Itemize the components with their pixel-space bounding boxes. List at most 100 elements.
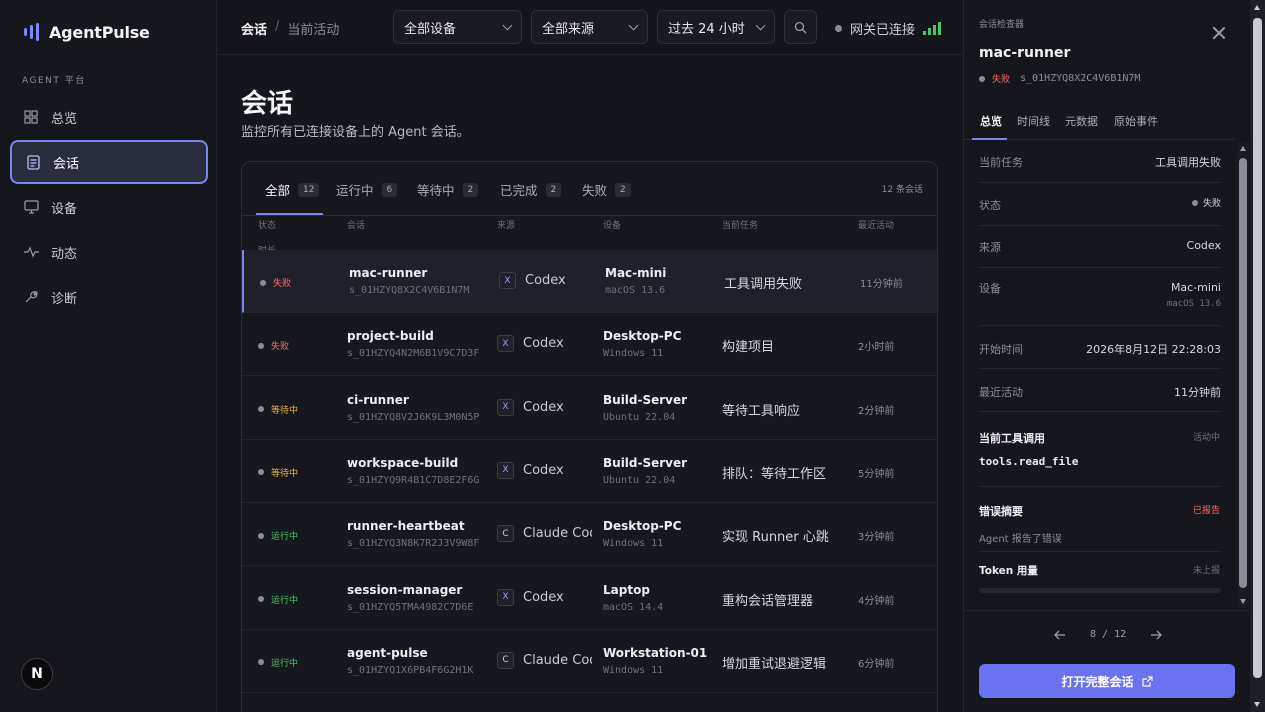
field-start-time: 开始时间 2026年8月12日 22:28:03 (979, 326, 1221, 369)
scroll-down-icon[interactable] (1254, 702, 1260, 707)
tab-all[interactable]: 全部 12 (265, 180, 320, 199)
scroll-up-icon[interactable] (1240, 146, 1246, 151)
arrow-left-icon[interactable] (1054, 630, 1066, 640)
column-header[interactable]: 最近活动 (858, 218, 894, 231)
session-name: mac-runner (349, 266, 428, 280)
grid-icon (23, 109, 39, 125)
breadcrumb: 会话 / 当前活动 (241, 19, 339, 38)
pulse-logo-icon (24, 22, 39, 42)
column-header[interactable]: 状态 (258, 218, 276, 231)
status-text: 失败 (273, 279, 292, 289)
source-app-icon: X (497, 588, 514, 606)
tab-waiting[interactable]: 等待中 2 (417, 180, 479, 199)
source-cell: X Codex (497, 588, 592, 606)
sidebar-item-diagnostics[interactable]: 诊断 (10, 275, 208, 319)
source-name: Codex (523, 589, 564, 605)
session-id: s_01HZYQ8X2C4V6B1N7M (349, 285, 470, 296)
device-os: Ubuntu 22.04 (603, 474, 676, 486)
source-filter-select[interactable]: 全部来源 (531, 10, 648, 44)
tab-count: 6 (381, 182, 398, 197)
tab-metadata[interactable]: 元数据 (1065, 113, 1098, 129)
external-link-icon (1141, 675, 1153, 687)
token-usage-bar (979, 588, 1221, 593)
tab-label: 失败 (582, 183, 608, 198)
column-header[interactable]: 当前任务 (722, 218, 758, 231)
source-name: Codex (523, 462, 564, 478)
column-header[interactable]: 来源 (497, 218, 515, 231)
sidebar-item-sessions[interactable]: 会话 (10, 140, 208, 184)
tab-count: 2 (462, 182, 479, 197)
scrollbar-thumb[interactable] (1253, 18, 1262, 678)
time-filter-select[interactable]: 过去 24 小时 (657, 10, 775, 44)
tab-raw-events[interactable]: 原始事件 (1114, 113, 1158, 129)
source-app-icon: X (497, 398, 514, 416)
field-label: 设备 (979, 282, 1001, 295)
table-row[interactable]: 失败 mac-runner s_01HZYQ8X2C4V6B1N7M X Codex Ma… (242, 250, 937, 313)
inspector-footer: 8 / 12 打开完整会话 (964, 610, 1250, 712)
table-row[interactable]: 等待中 workspace-build s_01HZYQ9R4B1C7D8E2F6G… (242, 440, 937, 503)
sidebar-item-label: 诊断 (51, 291, 78, 307)
session-name: ci-runner (347, 392, 409, 407)
table-row[interactable]: 等待中 ci-runner s_01HZYQ8V2J6K9L3M0N5P X Codex… (242, 377, 937, 440)
window-scrollbar[interactable] (1250, 0, 1265, 712)
arrow-right-icon[interactable] (1150, 630, 1163, 640)
scroll-up-icon[interactable] (1254, 5, 1260, 10)
error-summary-state: 已报告 (1192, 506, 1220, 516)
inspector-scrollbar[interactable] (1237, 142, 1249, 608)
field-source: 来源 Codex (979, 226, 1221, 268)
table-row[interactable]: 运行中 agent-pulse s_01HZYQ1X6PB4F6G2H1K C Clau… (242, 630, 937, 693)
active-tab-indicator (256, 213, 323, 215)
current-task: 工具调用失败 (724, 277, 803, 292)
tab-completed[interactable]: 已完成 2 (500, 180, 562, 199)
chevron-down-icon (628, 20, 639, 30)
divider (979, 486, 1221, 487)
activity-icon (23, 244, 39, 260)
table-row[interactable]: 运行中 session-manager s_01HZYQ5TMA4982C7D6E X… (242, 567, 937, 630)
status-dot (1191, 199, 1198, 206)
session-name: project-build (347, 329, 434, 344)
sidebar-item-activity[interactable]: 动态 (10, 230, 208, 274)
scroll-down-icon[interactable] (1240, 599, 1246, 604)
brand[interactable]: AgentPulse (24, 22, 150, 42)
button-label: 打开完整会话 (1061, 674, 1134, 689)
tab-timeline[interactable]: 时间线 (1017, 113, 1050, 129)
source-cell: C Claude Code (497, 525, 592, 543)
breadcrumb-current[interactable]: 会话 (241, 19, 267, 38)
field-last-activity: 最近活动 11分钟前 (979, 369, 1221, 412)
status-text: 运行中 (271, 595, 299, 606)
search-button[interactable] (784, 10, 817, 44)
status-badge: 运行中 (258, 529, 298, 542)
device-filter-select[interactable]: 全部设备 (393, 10, 522, 44)
field-value: 2026年8月12日 22:28:03 (1086, 343, 1221, 356)
session-id: s_01HZYQ1X6PB4F6G2H1K (347, 664, 474, 676)
status-text: 等待中 (271, 405, 299, 416)
session-id: s_01HZYQ8V2J6K9L3M0N5P (347, 411, 480, 423)
sidebar-item-overview[interactable]: 总览 (10, 95, 208, 139)
status-dot (258, 596, 264, 602)
scrollbar-thumb[interactable] (1239, 158, 1247, 588)
column-header[interactable]: 会话 (347, 218, 365, 231)
session-id: s_01HZYQ9R4B1C7D8E2F6G (347, 474, 480, 486)
monitor-icon (23, 199, 39, 215)
open-full-session-button[interactable]: 打开完整会话 (979, 664, 1235, 698)
session-id: s_01HZYQ5TMA4982C7D6E (347, 601, 474, 613)
column-header[interactable]: 设备 (603, 218, 621, 231)
document-icon (25, 154, 41, 170)
avatar[interactable]: N (21, 658, 53, 690)
table-row[interactable]: 失败 project-build s_01HZYQ4N2M6B1V9C7D3F X Co… (242, 313, 937, 377)
close-icon[interactable] (1212, 26, 1226, 40)
active-tab-indicator (972, 138, 1007, 140)
status-badge: 失败 (258, 339, 289, 352)
source-name: Codex (523, 399, 564, 415)
token-usage-state: 未上报 (1192, 566, 1220, 576)
tab-failed[interactable]: 失败 2 (582, 180, 631, 199)
tool-call-label: 当前工具调用 (979, 432, 1045, 445)
tab-running[interactable]: 运行中 6 (336, 180, 398, 199)
table-row[interactable]: 运行中 runner-heartbeat s_01HZYQ3N8K7R2J3V9W8… (242, 503, 937, 567)
tab-overview[interactable]: 总览 (980, 113, 1002, 129)
tool-call-state: 活动中 (1192, 433, 1220, 443)
device-name: Workstation-01 (603, 645, 708, 660)
field-value: Mac-mini (1170, 281, 1221, 294)
sidebar-item-devices[interactable]: 设备 (10, 185, 208, 229)
field-label: 来源 (979, 241, 1001, 254)
